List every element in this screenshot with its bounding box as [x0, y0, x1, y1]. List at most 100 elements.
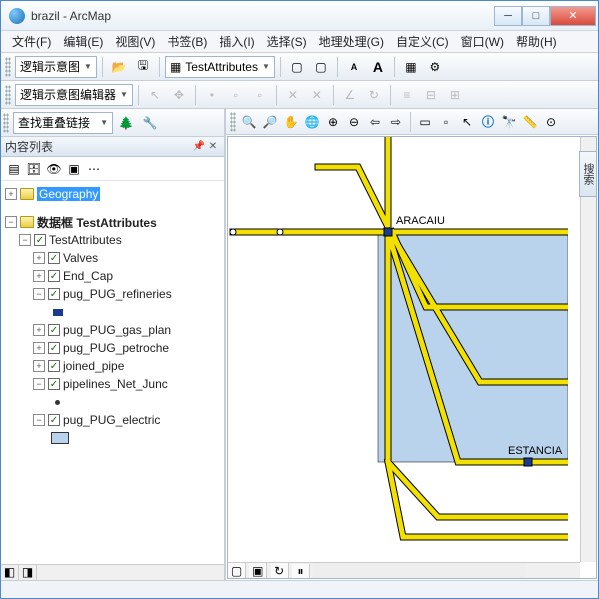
collapse-icon[interactable]: − [5, 216, 17, 228]
open-button[interactable]: 📂 [108, 56, 130, 78]
tree-node-dataframe[interactable]: − 数据框 TestAttributes [3, 213, 222, 231]
tree-node-group[interactable]: − ✓ TestAttributes [3, 231, 222, 249]
expand-icon[interactable]: + [33, 342, 45, 354]
tool[interactable]: ▫ [225, 84, 247, 106]
tree-node-layer[interactable]: +✓joined_pipe [3, 357, 222, 375]
tree-node-layer[interactable]: −✓pug_PUG_refineries [3, 285, 222, 303]
tool[interactable]: ↻ [363, 84, 385, 106]
tool-button[interactable]: ▦ [400, 56, 422, 78]
close-icon[interactable]: ✕ [206, 141, 220, 152]
toc-tree[interactable]: + Geography − 数据框 TestAttributes − ✓ Tes… [1, 181, 224, 564]
goto-xy-button[interactable]: ⊙ [541, 112, 561, 132]
prev-extent-button[interactable]: ⇦ [365, 112, 385, 132]
toc-tab[interactable]: ◧ [1, 565, 19, 580]
schematic-dropdown[interactable]: 逻辑示意图▼ [15, 56, 97, 78]
toolbar-grip[interactable] [230, 112, 236, 132]
data-view-button[interactable]: ▢ [228, 563, 246, 578]
zoom-in-button[interactable]: 🔍 [239, 112, 259, 132]
tool-button[interactable]: ⚙ [424, 56, 446, 78]
full-extent-button[interactable]: 🌐 [302, 112, 322, 132]
expand-icon[interactable]: + [33, 324, 45, 336]
tool[interactable]: ⊟ [420, 84, 442, 106]
menu-edit[interactable]: 编辑(E) [58, 31, 108, 52]
menu-customize[interactable]: 自定义(C) [391, 31, 454, 52]
menu-window[interactable]: 窗口(W) [456, 31, 509, 52]
save-button[interactable]: 🖫 [132, 56, 154, 78]
checkbox[interactable]: ✓ [48, 378, 60, 390]
tool[interactable]: ⊞ [444, 84, 466, 106]
collapse-icon[interactable]: − [33, 288, 45, 300]
maximize-button[interactable]: □ [522, 6, 550, 26]
edit-tool[interactable]: ↖ [144, 84, 166, 106]
tool[interactable]: ✕ [306, 84, 328, 106]
expand-icon[interactable]: + [5, 188, 17, 200]
collapse-icon[interactable]: − [33, 378, 45, 390]
scrollbar-vertical[interactable] [580, 137, 596, 562]
zoom-out-button[interactable]: 🔎 [260, 112, 280, 132]
tool[interactable]: ✕ [282, 84, 304, 106]
checkbox[interactable]: ✓ [48, 270, 60, 282]
menu-file[interactable]: 文件(F) [7, 31, 56, 52]
tree-node-layer[interactable]: −✓pug_PUG_electric [3, 411, 222, 429]
measure-button[interactable]: 📏 [520, 112, 540, 132]
move-tool[interactable]: ✥ [168, 84, 190, 106]
list-by-visibility-button[interactable]: 👁 [45, 160, 63, 178]
collapse-icon[interactable]: − [19, 234, 31, 246]
layout-props-button[interactable]: 🔧 [139, 112, 161, 134]
find-button[interactable]: 🔭 [499, 112, 519, 132]
toc-tab[interactable]: ◨ [19, 565, 37, 580]
list-by-source-button[interactable]: 🗄 [25, 160, 43, 178]
menu-insert[interactable]: 插入(I) [214, 31, 259, 52]
refresh-button[interactable]: ↻ [271, 563, 289, 578]
layout-view-button[interactable]: ▣ [249, 563, 267, 578]
menu-help[interactable]: 帮助(H) [511, 31, 562, 52]
identify-button[interactable]: ⓘ [478, 112, 498, 132]
checkbox[interactable]: ✓ [48, 342, 60, 354]
minimize-button[interactable]: ─ [494, 6, 522, 26]
fixed-zoom-out-button[interactable]: ⊖ [344, 112, 364, 132]
next-extent-button[interactable]: ⇨ [386, 112, 406, 132]
menu-geoprocessing[interactable]: 地理处理(G) [314, 31, 389, 52]
toolbar-grip[interactable] [3, 113, 9, 133]
clear-sel-button[interactable]: ▫ [436, 112, 456, 132]
expand-icon[interactable]: + [33, 360, 45, 372]
checkbox[interactable]: ✓ [48, 414, 60, 426]
checkbox[interactable]: ✓ [48, 252, 60, 264]
tree-node-layer[interactable]: +✓End_Cap [3, 267, 222, 285]
pan-button[interactable]: ✋ [281, 112, 301, 132]
options-button[interactable]: ⋯ [85, 160, 103, 178]
tree-node-layer[interactable]: +✓pug_PUG_petroche [3, 339, 222, 357]
toolbar-grip[interactable] [5, 57, 11, 77]
text-smaller-button[interactable]: A [343, 56, 365, 78]
tree-node-geography[interactable]: + Geography [3, 185, 222, 203]
select-elements-button[interactable]: ↖ [457, 112, 477, 132]
fixed-zoom-in-button[interactable]: ⊕ [323, 112, 343, 132]
checkbox[interactable]: ✓ [48, 324, 60, 336]
pause-button[interactable]: ⏸ [292, 564, 310, 579]
scrollbar-horizontal[interactable] [313, 563, 524, 578]
checkbox[interactable]: ✓ [48, 360, 60, 372]
checkbox[interactable]: ✓ [48, 288, 60, 300]
tree-node-layer[interactable]: +✓Valves [3, 249, 222, 267]
collapse-icon[interactable]: − [33, 414, 45, 426]
dataframe-combo[interactable]: ▦TestAttributes▼ [165, 56, 275, 78]
tool[interactable]: • [201, 84, 223, 106]
map-canvas[interactable]: ARACAIU ESTANCIA ▢ ▣ ↻ ⏸ [227, 136, 597, 579]
checkbox[interactable]: ✓ [34, 234, 46, 246]
toolbar-grip[interactable] [5, 85, 11, 105]
list-by-selection-button[interactable]: ▣ [65, 160, 83, 178]
tool[interactable]: ∠ [339, 84, 361, 106]
search-side-tab[interactable]: 搜索 [579, 151, 597, 197]
frame-button[interactable]: ▢ [286, 56, 308, 78]
list-by-drawing-button[interactable]: ▤ [5, 160, 23, 178]
expand-icon[interactable]: + [33, 252, 45, 264]
run-layout-button[interactable]: 🌲 [115, 112, 137, 134]
menu-view[interactable]: 视图(V) [110, 31, 160, 52]
frame-button[interactable]: ▢ [310, 56, 332, 78]
tool[interactable]: ≡ [396, 84, 418, 106]
select-button[interactable]: ▭ [415, 112, 435, 132]
menu-select[interactable]: 选择(S) [262, 31, 312, 52]
text-larger-button[interactable]: A [367, 56, 389, 78]
close-button[interactable]: ✕ [550, 6, 596, 26]
layout-combo[interactable]: 查找重叠链接▼ [13, 112, 113, 134]
